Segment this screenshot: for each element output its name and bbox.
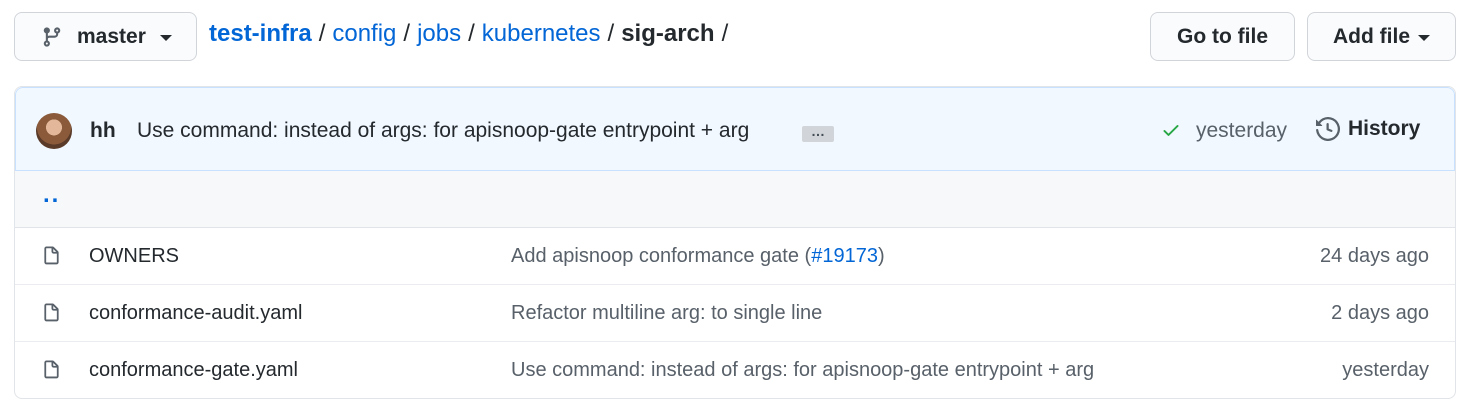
file-commit-suffix: )	[877, 245, 885, 267]
file-commit-link[interactable]: Refactor multiline arg: to single line	[511, 302, 822, 324]
parent-directory-row[interactable]: ..	[15, 171, 1455, 228]
file-icon	[44, 246, 59, 265]
commit-message: Use command: instead of args: for apisno…	[137, 119, 749, 143]
file-name-link[interactable]: conformance-audit.yaml	[89, 302, 302, 325]
latest-commit-bar: hh Use command: instead of args: for api…	[15, 87, 1455, 171]
breadcrumb-current: sig-arch	[621, 20, 715, 47]
breadcrumb-link-config[interactable]: config	[332, 20, 396, 48]
file-commit-message: Add apisnoop conformance gate (#19173)	[511, 245, 885, 268]
file-commit-link[interactable]: Use command: instead of args: for apisno…	[511, 359, 1094, 381]
history-icon	[1316, 117, 1340, 141]
chevron-down-icon	[159, 35, 172, 41]
file-name-link[interactable]: conformance-gate.yaml	[89, 359, 298, 382]
file-age: 2 days ago	[1331, 302, 1429, 324]
branch-select-button[interactable]: master	[14, 12, 197, 61]
table-row: conformance-gate.yaml Use command: inste…	[15, 342, 1455, 398]
file-icon	[44, 303, 59, 322]
breadcrumb: test-infra / config / jobs / kubernetes …	[209, 20, 735, 48]
breadcrumb-link-jobs[interactable]: jobs	[417, 20, 461, 48]
breadcrumb-separator: /	[607, 20, 615, 47]
breadcrumb-separator: /	[468, 20, 475, 47]
avatar[interactable]	[36, 113, 72, 149]
check-icon[interactable]	[1160, 120, 1182, 140]
git-branch-icon	[43, 26, 61, 47]
file-icon	[44, 360, 59, 379]
history-label: History	[1348, 117, 1421, 140]
breadcrumb-repo-link[interactable]: test-infra	[209, 20, 312, 48]
breadcrumb-separator: /	[721, 20, 729, 47]
parent-directory-link[interactable]: ..	[43, 181, 60, 209]
go-to-file-label: Go to file	[1177, 24, 1268, 48]
go-to-file-button[interactable]: Go to file	[1150, 12, 1295, 61]
file-age: yesterday	[1342, 359, 1429, 381]
history-link[interactable]: History	[1316, 117, 1420, 141]
file-commit-link[interactable]: Add apisnoop conformance gate (	[511, 245, 811, 267]
breadcrumb-link-kubernetes[interactable]: kubernetes	[482, 20, 601, 48]
file-name-link[interactable]: OWNERS	[89, 245, 179, 268]
commit-author[interactable]: hh	[90, 119, 116, 143]
file-browser: hh Use command: instead of args: for api…	[14, 86, 1456, 399]
pull-request-link[interactable]: #19173	[811, 245, 878, 267]
commit-time[interactable]: yesterday	[1196, 119, 1287, 143]
file-age: 24 days ago	[1320, 245, 1429, 267]
breadcrumb-separator: /	[403, 20, 411, 47]
table-row: conformance-audit.yaml Refactor multilin…	[15, 285, 1455, 342]
branch-name: master	[77, 24, 146, 48]
add-file-label: Add file	[1333, 24, 1410, 48]
repo-toolbar: master test-infra / config / jobs / kube…	[0, 0, 1476, 74]
file-commit-message: Refactor multiline arg: to single line	[511, 302, 822, 325]
table-row: OWNERS Add apisnoop conformance gate (#1…	[15, 228, 1455, 285]
expand-commit-button[interactable]: …	[802, 124, 834, 142]
add-file-button[interactable]: Add file	[1307, 12, 1456, 61]
commit-message-link[interactable]: Use command: instead of args: for apisno…	[137, 119, 749, 142]
chevron-down-icon	[1418, 35, 1430, 41]
breadcrumb-separator: /	[318, 20, 326, 47]
file-commit-message: Use command: instead of args: for apisno…	[511, 359, 1094, 382]
